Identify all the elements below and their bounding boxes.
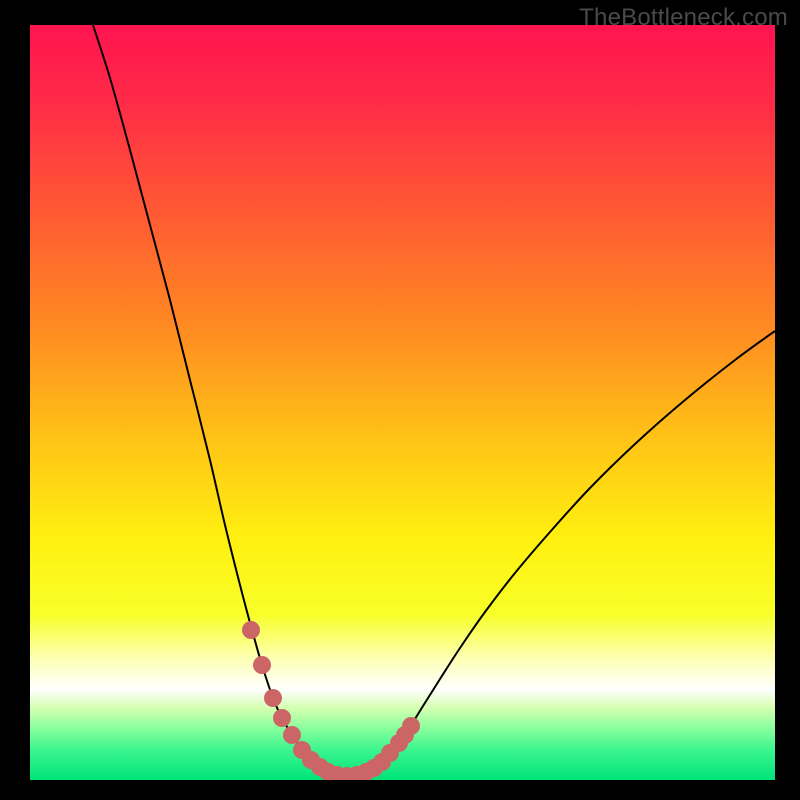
marker-dot <box>283 726 301 744</box>
marker-dot <box>253 656 271 674</box>
chart-frame: TheBottleneck.com <box>0 0 800 800</box>
marker-dot <box>273 709 291 727</box>
main-curve <box>93 25 775 776</box>
marker-dot <box>264 689 282 707</box>
marker-dots <box>242 621 420 780</box>
watermark-label: TheBottleneck.com <box>579 4 788 32</box>
marker-dot <box>242 621 260 639</box>
plot-area <box>30 25 775 780</box>
curve-layer <box>30 25 775 780</box>
marker-dot <box>402 717 420 735</box>
